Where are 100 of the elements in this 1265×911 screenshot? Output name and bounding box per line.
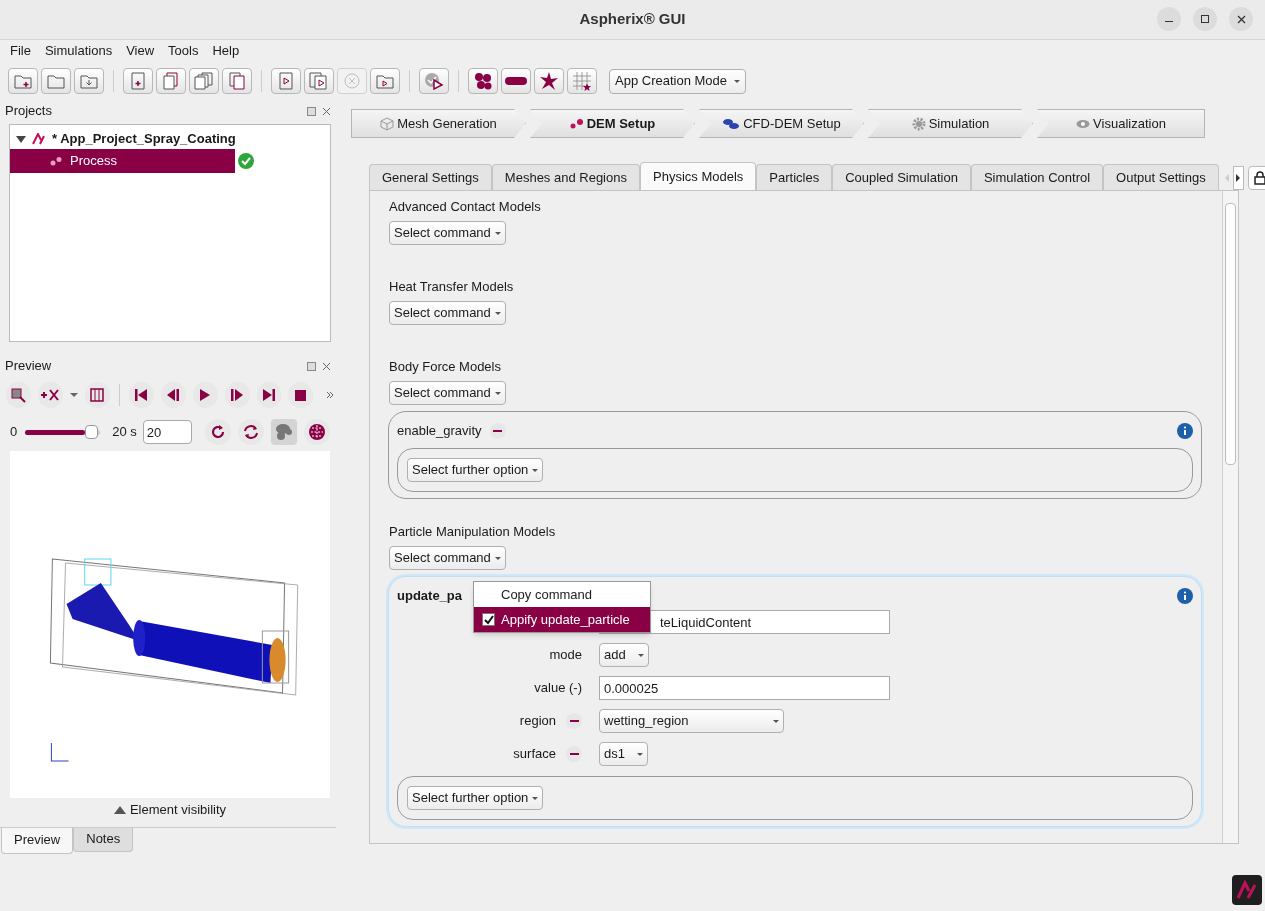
field-label: surface <box>513 745 556 764</box>
first-frame-button[interactable] <box>128 382 154 408</box>
time-slider[interactable] <box>25 425 101 439</box>
particles-icon <box>569 117 584 130</box>
folder-plus-icon <box>14 73 32 89</box>
particles-icon <box>473 72 493 90</box>
tab[interactable]: Physics Models <box>640 162 757 190</box>
tab[interactable]: Preview <box>1 827 74 854</box>
element-visibility-toggle[interactable]: Element visibility <box>113 800 227 820</box>
tab[interactable]: Notes <box>73 827 134 852</box>
axis-button[interactable] <box>37 382 63 408</box>
slider-max-label: 20 s <box>112 423 137 442</box>
remove-button[interactable] <box>489 423 506 439</box>
text-field[interactable]: 0.000025 <box>599 676 890 701</box>
menu-item[interactable]: Tools <box>168 41 199 61</box>
tab[interactable]: Particles <box>756 164 833 190</box>
remove-button[interactable] <box>566 746 582 762</box>
tree-item[interactable]: Process <box>10 149 235 173</box>
zoom-fit-button[interactable] <box>6 382 31 408</box>
tab[interactable]: General Settings <box>369 164 492 190</box>
lock-button[interactable] <box>1247 166 1265 190</box>
command-dropdown[interactable]: Select command <box>389 381 506 405</box>
frame-field[interactable]: 20 <box>142 420 192 444</box>
workflow-step[interactable]: Simulation <box>868 109 1033 138</box>
remove-button[interactable] <box>566 713 582 729</box>
grid-button[interactable] <box>567 68 597 94</box>
app-logo-icon[interactable] <box>1231 875 1262 905</box>
tab[interactable]: Coupled Simulation <box>832 164 971 190</box>
caret-icon[interactable] <box>69 393 78 397</box>
cube-icon <box>380 116 395 131</box>
duplicate-button[interactable] <box>189 68 219 94</box>
shapes-toggle[interactable] <box>271 419 297 445</box>
check-run-button[interactable] <box>419 68 449 94</box>
step-back-icon <box>167 389 180 401</box>
stop-button[interactable] <box>288 382 314 408</box>
compare-button[interactable] <box>222 68 252 94</box>
checkbox[interactable] <box>482 613 495 626</box>
particles-toggle[interactable] <box>304 419 330 445</box>
tab[interactable]: Simulation Control <box>970 164 1104 190</box>
capsule-button[interactable] <box>501 68 531 94</box>
field-label: region <box>519 712 556 731</box>
workflow-step[interactable]: CFD-DEM Setup <box>699 109 864 138</box>
copy-button[interactable] <box>156 68 186 94</box>
particles-button[interactable] <box>468 68 498 94</box>
import-button[interactable] <box>74 68 104 94</box>
next-frame-button[interactable] <box>224 382 250 408</box>
new-project-button[interactable] <box>8 68 38 94</box>
maximize-button[interactable] <box>1193 7 1217 31</box>
workflow-step[interactable]: DEM Setup <box>530 109 695 138</box>
star-icon <box>539 71 559 91</box>
menu-item[interactable]: Help <box>212 41 240 61</box>
refresh-button[interactable] <box>238 419 264 445</box>
run-file-button[interactable] <box>271 68 301 94</box>
close-icon[interactable] <box>322 361 331 371</box>
further-option-dropdown[interactable]: Select further option <box>407 786 544 810</box>
expand-arrow-icon[interactable] <box>16 135 26 143</box>
run-folder-button[interactable] <box>370 68 400 94</box>
dropdown[interactable]: wetting_region <box>599 709 784 733</box>
dropdown[interactable]: add <box>599 643 649 667</box>
workflow-step[interactable]: Visualization <box>1037 109 1205 138</box>
tab[interactable]: Meshes and Regions <box>491 164 640 190</box>
tab[interactable]: Output Settings <box>1103 164 1219 190</box>
panel-title: Preview <box>5 357 52 376</box>
menu-item[interactable]: Copy command <box>474 582 650 607</box>
tree-item[interactable]: * App_Project_Spray_Coating <box>52 129 236 149</box>
mode-select[interactable]: App Creation Mode <box>609 68 746 94</box>
command-dropdown[interactable]: Select command <box>389 546 506 570</box>
scrollbar[interactable] <box>1222 191 1238 843</box>
close-button[interactable] <box>1229 7 1253 31</box>
info-icon[interactable] <box>1177 423 1193 439</box>
menu-item[interactable]: View <box>126 41 155 61</box>
open-project-button[interactable] <box>41 68 71 94</box>
last-frame-button[interactable] <box>256 382 282 408</box>
info-icon[interactable] <box>1177 588 1193 604</box>
workflow-step[interactable]: Mesh Generation <box>351 109 526 138</box>
float-icon[interactable] <box>307 361 316 371</box>
reload-button[interactable] <box>205 419 231 445</box>
menu-item[interactable]: Simulations <box>44 41 113 61</box>
close-icon[interactable] <box>322 106 331 116</box>
star-shape-button[interactable] <box>534 68 564 94</box>
previous-frame-button[interactable] <box>160 382 186 408</box>
menu-item[interactable]: Appify update_particle <box>474 607 650 632</box>
new-file-button[interactable] <box>123 68 153 94</box>
float-icon[interactable] <box>307 106 316 116</box>
section-title: Body Force Models <box>389 358 502 375</box>
sphere-particles-icon <box>308 423 326 441</box>
more-icon[interactable] <box>326 391 335 399</box>
project-logo-icon <box>32 133 46 145</box>
columns-button[interactable] <box>84 382 110 408</box>
dropdown[interactable]: ds1 <box>599 742 648 766</box>
command-dropdown[interactable]: Select command <box>389 221 506 245</box>
command-dropdown[interactable]: Select command <box>389 301 506 325</box>
close-icon <box>1236 14 1246 24</box>
further-option-dropdown[interactable]: Select further option <box>407 458 544 482</box>
play-button[interactable] <box>192 382 218 408</box>
window-title: Aspherix® GUI <box>579 9 686 30</box>
scroll-right-button[interactable] <box>1232 166 1244 190</box>
run-files-button[interactable] <box>304 68 334 94</box>
file-plus-icon <box>131 72 145 90</box>
menu-item[interactable]: File <box>10 41 31 61</box>
